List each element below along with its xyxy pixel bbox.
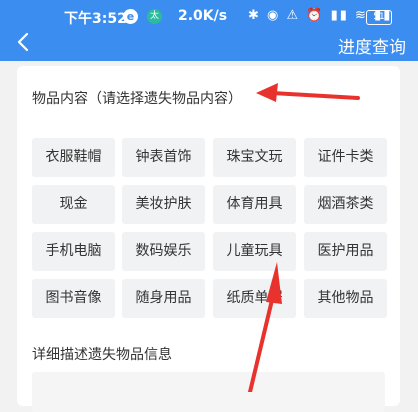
description-section-title: 详细描述遗失物品信息	[32, 347, 172, 363]
back-arrow-icon[interactable]	[12, 30, 36, 54]
progress-query-button[interactable]: 进度查询	[338, 33, 406, 58]
category-chip[interactable]: 珠宝文玩	[213, 138, 296, 177]
category-chip[interactable]: 衣服鞋帽	[32, 138, 115, 177]
category-chip[interactable]: 其他物品	[304, 279, 387, 318]
form-card: 物品内容（请选择遗失物品内容） 衣服鞋帽 钟表首饰 珠宝文玩 证件卡类 现金 美…	[17, 66, 400, 412]
category-chip[interactable]: 现金	[32, 185, 115, 224]
category-chip[interactable]: 儿童玩具	[213, 232, 296, 271]
category-chip[interactable]: 随身用品	[122, 279, 205, 318]
top-bar: 下午3:52 e 太 2.0K/s ✱ ◉ ⚠ ⏰ ▮▮ ≋ ▮▮ 51 进度查…	[0, 0, 418, 61]
category-chip[interactable]: 证件卡类	[304, 138, 387, 177]
category-chip[interactable]: 烟酒茶类	[304, 185, 387, 224]
status-time: 下午3:52	[64, 11, 127, 27]
battery-icon: 51	[366, 10, 392, 25]
category-chip[interactable]: 钟表首饰	[122, 138, 205, 177]
category-chip[interactable]: 手机电脑	[32, 232, 115, 271]
status-bar: 下午3:52 e 太 2.0K/s ✱ ◉ ⚠ ⏰ ▮▮ ≋ ▮▮ 51	[0, 6, 418, 30]
items-section-title: 物品内容（请选择遗失物品内容）	[32, 91, 242, 107]
description-input[interactable]	[32, 372, 385, 412]
category-chip[interactable]: 美妆护肤	[122, 185, 205, 224]
category-chip[interactable]: 纸质单据	[213, 279, 296, 318]
category-chip[interactable]: 数码娱乐	[122, 232, 205, 271]
category-chip[interactable]: 体育用具	[213, 185, 296, 224]
category-chip[interactable]: 医护用品	[304, 232, 387, 271]
app-badge-icon: 太	[147, 9, 162, 24]
category-chip[interactable]: 图书音像	[32, 279, 115, 318]
browser-e-icon: e	[123, 9, 138, 24]
network-speed: 2.0K/s	[178, 8, 228, 24]
